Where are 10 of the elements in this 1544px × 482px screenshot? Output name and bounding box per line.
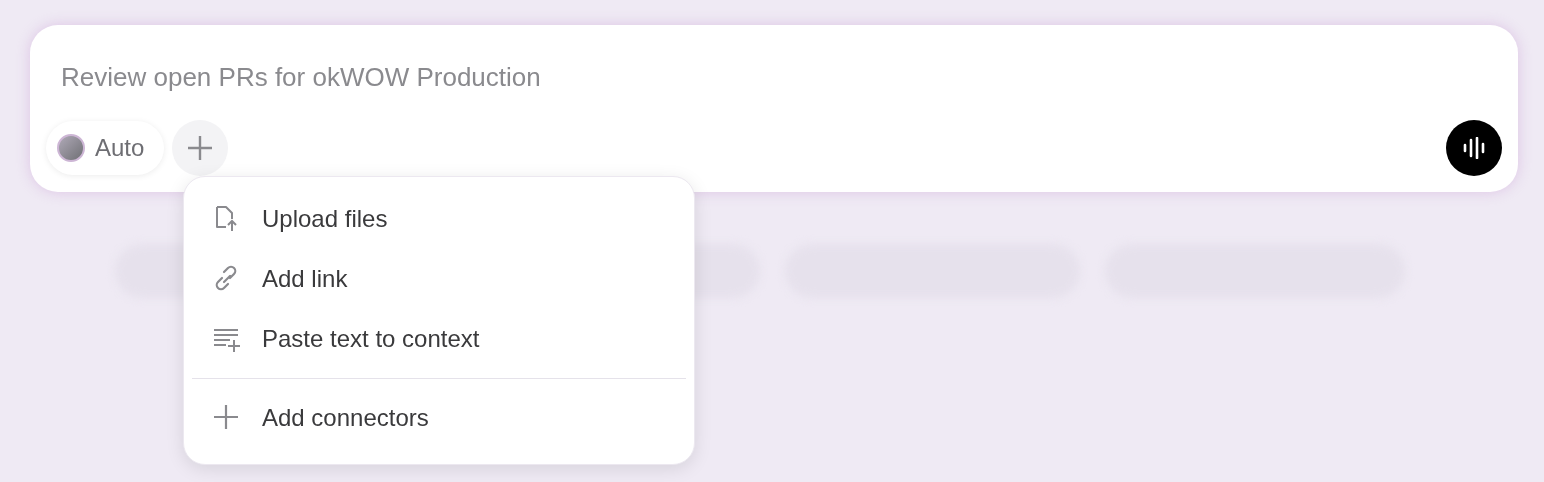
waveform-icon [1462, 137, 1486, 159]
plus-icon [186, 134, 215, 162]
model-selector[interactable]: Auto [46, 121, 165, 175]
menu-item[interactable]: Add connectors [192, 388, 686, 448]
voice-button[interactable] [1446, 120, 1502, 176]
menu-item[interactable]: Paste text to context [192, 309, 686, 369]
menu-item[interactable]: Upload files [192, 189, 686, 249]
prompt-input[interactable]: Review open PRs for okWOW Production [61, 59, 1461, 95]
model-icon [57, 134, 85, 162]
menu-item[interactable]: Add link [192, 249, 686, 309]
